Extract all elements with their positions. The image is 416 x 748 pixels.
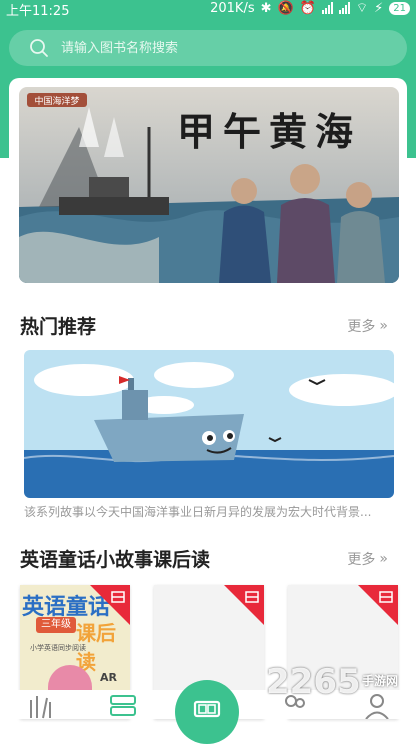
featured-description: 该系列故事以今天中国海洋事业日新月异的发展为宏大时代背景...: [24, 505, 372, 519]
banner-illustration: 中国海洋梦 甲午黄海: [19, 87, 399, 283]
carrier-illustration: [24, 350, 394, 498]
charging-icon: ⚡: [374, 0, 384, 16]
bookshelf-icon[interactable]: [26, 692, 56, 719]
double-chevron-right-icon: »: [379, 551, 388, 567]
alarm-icon: ⏰: [299, 0, 316, 16]
watermark-sub: 手游网: [362, 674, 399, 688]
ar-badge: AR: [100, 671, 117, 684]
section-title-hot: 热门推荐: [20, 316, 97, 338]
watermark-logo: 2265: [266, 662, 361, 702]
search-input[interactable]: [59, 39, 383, 57]
search-bar[interactable]: [9, 30, 407, 66]
network-speed: 201K/s: [210, 0, 255, 16]
book-stack-icon[interactable]: [108, 692, 138, 719]
status-bar: 上午11:25 201K/s ✱ 🔕 ⏰ ⌔ ⚡ 21: [0, 0, 416, 19]
book-corner-icon: [245, 591, 259, 603]
bluetooth-icon: ✱: [260, 0, 272, 16]
more-label: 更多: [347, 552, 376, 568]
section-title-english: 英语童话小故事课后读: [20, 549, 211, 571]
featured-book-image[interactable]: [24, 350, 394, 498]
more-label: 更多: [347, 319, 376, 335]
banner-title: 甲午黄海: [177, 109, 361, 154]
search-icon: [30, 39, 48, 57]
user-icon[interactable]: [362, 692, 392, 719]
battery-level: 21: [389, 1, 410, 15]
more-link-english[interactable]: 更多 »: [347, 549, 388, 569]
wifi-icon: ⌔: [355, 1, 369, 16]
status-time: 上午11:25: [6, 4, 70, 19]
double-chevron-right-icon: »: [379, 318, 388, 334]
status-icons: 201K/s ✱ 🔕 ⏰ ⌔ ⚡ 21: [210, 0, 410, 16]
scan-button[interactable]: [175, 680, 239, 744]
mute-icon: 🔕: [277, 0, 294, 16]
banner-image[interactable]: 中国海洋梦 甲午黄海: [19, 87, 399, 283]
book-corner-icon: [111, 591, 125, 603]
signal-icon-2: [338, 2, 350, 14]
book-caption: 小学英语同步阅读: [30, 644, 86, 652]
scan-icon: [193, 700, 221, 718]
book-corner-icon: [379, 591, 393, 603]
book-grade-badge: 三年级: [36, 617, 76, 633]
more-link-hot[interactable]: 更多 »: [347, 316, 388, 336]
signal-icon: [321, 2, 333, 14]
series-label: 中国海洋梦: [34, 95, 79, 107]
